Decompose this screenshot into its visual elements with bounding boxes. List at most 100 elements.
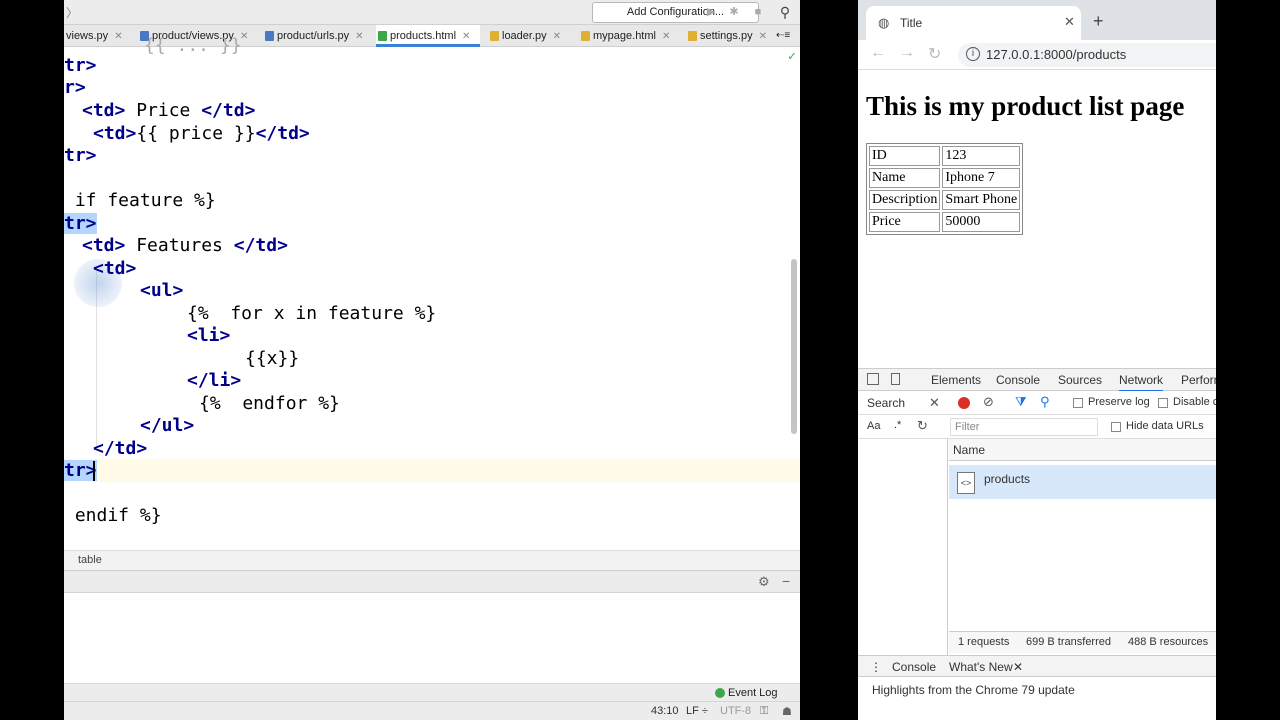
code-line: </ul> <box>140 415 194 437</box>
filter-icon[interactable]: ⧩ <box>1015 394 1027 410</box>
table-row[interactable]: <> products <box>949 465 1216 499</box>
close-icon[interactable]: ✕ <box>1064 14 1075 30</box>
browser-window: ◍ Title ✕ + ← → ↻ i 127.0.0.1:8000/produ… <box>858 0 1216 720</box>
refresh-icon[interactable]: ↻ <box>917 418 928 434</box>
code-line: {% endfor %} <box>199 393 340 414</box>
tab-mypage-html[interactable]: mypage.html ✕ <box>579 25 670 47</box>
record-icon[interactable] <box>958 397 970 409</box>
tab-elements[interactable]: Elements <box>931 373 981 387</box>
close-icon[interactable]: ✕ <box>114 31 122 42</box>
file-encoding[interactable]: UTF-8 <box>720 705 751 717</box>
reload-icon[interactable]: ↻ <box>928 44 941 64</box>
hide-data-urls-checkbox[interactable] <box>1111 422 1121 432</box>
tab-label: products.html <box>390 30 457 42</box>
close-icon[interactable]: ✕ <box>929 395 940 411</box>
disable-cache-checkbox[interactable] <box>1158 398 1168 408</box>
close-icon[interactable]: ✕ <box>462 31 470 42</box>
table-row: ID 123 <box>869 146 1021 166</box>
code-token: r> <box>64 77 86 98</box>
code-token: <td> <box>82 100 126 121</box>
match-case-button[interactable]: Aa <box>867 420 880 432</box>
code-editor[interactable]: ✓ {{ ... }} tr> r> <td> Price </td> <td>… <box>64 35 800 550</box>
search-icon[interactable]: ⚲ <box>1040 394 1050 410</box>
network-summary-bar: 1 requests 699 B transferred 488 B resou… <box>949 631 1216 653</box>
address-bar[interactable]: i 127.0.0.1:8000/products <box>958 43 1216 67</box>
code-line: <td> Features </td> <box>82 235 288 257</box>
tab-sources[interactable]: Sources <box>1058 373 1102 387</box>
new-tab-button[interactable]: + <box>1093 11 1104 32</box>
code-token: tr> <box>64 213 97 234</box>
code-line: tr> <box>64 460 97 482</box>
inspect-element-icon[interactable] <box>867 373 879 385</box>
product-table: ID 123 Name Iphone 7 Description Smart Phon… <box>866 143 1024 235</box>
debug-icon[interactable]: ✱ <box>727 5 741 19</box>
table-value: 123 <box>942 146 1021 166</box>
table-value: 50000 <box>942 212 1021 232</box>
minimize-icon[interactable]: − <box>782 573 790 589</box>
table-key: ID <box>869 146 941 166</box>
stop-icon[interactable]: ■ <box>751 5 765 19</box>
code-token: <td> <box>82 235 126 256</box>
code-line: <li> <box>187 325 230 347</box>
table-row: Name Iphone 7 <box>869 168 1021 188</box>
name-column-header[interactable]: Name <box>953 443 985 457</box>
code-line: if feature %} <box>64 190 216 211</box>
code-token: tr> <box>64 145 97 166</box>
close-icon[interactable]: ✕ <box>662 31 670 42</box>
clear-icon[interactable]: ⊘ <box>983 394 994 410</box>
code-token: tr> <box>64 460 97 481</box>
code-line: </td> <box>93 438 147 460</box>
tab-products-html[interactable]: products.html ✕ <box>376 25 480 47</box>
ide-window: 〉 Add Configuration... ▶ ✱ ■ ⚲ views.py ✕… <box>64 0 800 720</box>
whats-new-headline: Highlights from the Chrome 79 update <box>872 683 1075 697</box>
line-separator[interactable]: LF ÷ <box>686 705 708 717</box>
tab-label: views.py <box>66 30 109 42</box>
lock-icon[interactable]: ⚿ <box>760 705 768 718</box>
browser-toolbar: ← → ↻ i 127.0.0.1:8000/products <box>858 40 1216 70</box>
drawer-tab-console[interactable]: Console <box>892 660 936 674</box>
page-title: This is my product list page <box>866 91 1185 121</box>
device-toolbar-icon[interactable] <box>891 373 900 385</box>
tab-overflow-button[interactable]: ⇠≡ <box>776 25 790 47</box>
search-pane-title: Search <box>867 396 906 410</box>
code-line: tr> <box>64 55 97 77</box>
close-icon[interactable]: ✕ <box>355 31 363 42</box>
drawer-tab-bar: ⋮ Console What's New ✕ <box>858 655 1216 677</box>
transferred-size: 699 B transferred <box>1026 636 1111 648</box>
filter-input[interactable]: Filter <box>950 418 1098 436</box>
python-file-icon <box>490 31 499 41</box>
gear-icon[interactable]: ⚙ <box>758 574 770 590</box>
caret-position[interactable]: 43:10 <box>651 705 679 717</box>
drawer-menu-icon[interactable]: ⋮ <box>870 660 882 674</box>
regex-button[interactable]: .* <box>894 419 901 431</box>
inspector-icon[interactable]: ☗ <box>782 705 792 718</box>
tab-views-py[interactable]: views.py ✕ <box>64 25 123 47</box>
browser-tab[interactable]: ◍ Title ✕ <box>866 6 1081 40</box>
code-token: <li> <box>187 325 231 346</box>
tab-settings-py[interactable]: settings.py ✕ <box>686 25 767 47</box>
search-icon[interactable]: ⚲ <box>778 5 792 19</box>
tab-console[interactable]: Console <box>996 373 1040 387</box>
disable-cache-label: Disable c <box>1173 396 1216 408</box>
tab-loader-py[interactable]: loader.py ✕ <box>488 25 561 47</box>
tab-performance[interactable]: Perform <box>1181 373 1216 387</box>
forward-arrow-icon[interactable]: → <box>899 44 915 62</box>
back-arrow-icon[interactable]: ← <box>870 44 886 62</box>
info-icon[interactable]: i <box>966 47 980 61</box>
run-icon[interactable]: ▶ <box>704 5 718 19</box>
drawer-tab-whats-new[interactable]: What's New <box>949 660 1013 674</box>
html-file-icon <box>581 31 590 41</box>
close-icon[interactable]: ✕ <box>1013 660 1023 674</box>
drawer-body: Highlights from the Chrome 79 update <box>858 677 1216 720</box>
ide-navigation-bar: 〉 Add Configuration... ▶ ✱ ■ ⚲ <box>64 0 800 25</box>
close-icon[interactable]: ✕ <box>759 31 767 42</box>
event-log-button[interactable]: Event Log <box>728 687 778 699</box>
editor-scrollbar[interactable] <box>791 259 797 434</box>
breadcrumb-item[interactable]: table <box>78 554 102 566</box>
browser-tab-strip: ◍ Title ✕ + <box>858 0 1216 40</box>
close-icon[interactable]: ✕ <box>553 31 561 42</box>
preserve-log-checkbox[interactable] <box>1073 398 1083 408</box>
breadcrumb: table <box>64 550 800 570</box>
tab-product-urls-py[interactable]: product/urls.py ✕ <box>263 25 364 47</box>
tab-network[interactable]: Network <box>1119 373 1164 392</box>
